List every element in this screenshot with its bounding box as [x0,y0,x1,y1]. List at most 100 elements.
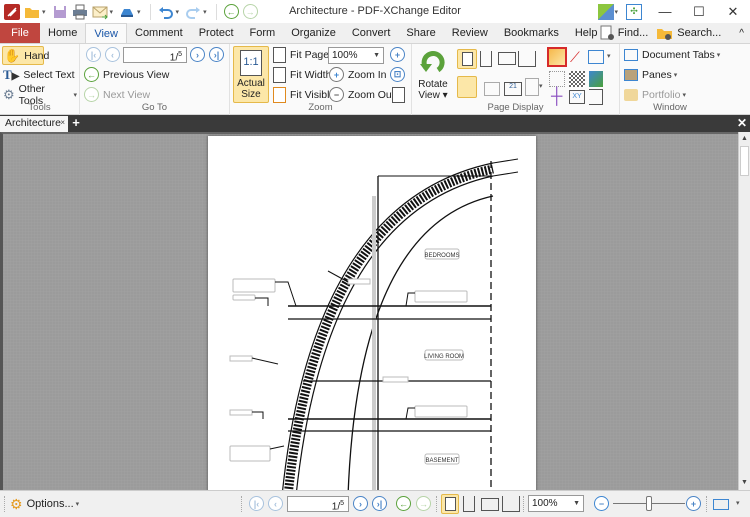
close-document-button[interactable]: ✕ [737,115,747,131]
status-last-page-icon[interactable]: ›| [372,496,387,511]
close-tab-icon[interactable]: × [60,115,65,130]
tab-convert[interactable]: Convert [344,23,399,43]
select-text-button[interactable]: T▶ Select Text [3,65,75,84]
tab-form[interactable]: Form [242,23,284,43]
loupe-icon[interactable] [392,87,405,103]
scroll-up-icon[interactable]: ▲ [739,134,750,144]
status-next-view-icon[interactable]: → [416,496,431,511]
status-previous-view-icon[interactable]: ← [396,496,411,511]
toolbar-grip[interactable] [436,496,439,512]
print-icon[interactable] [72,4,88,20]
status-continuous-icon[interactable] [463,496,475,512]
grid-icon[interactable] [588,50,604,64]
status-facing-icon[interactable] [481,498,499,511]
customize-ui-icon[interactable] [598,3,615,20]
page-bg-color-button[interactable] [547,47,567,67]
toolbar-grip[interactable] [241,496,244,512]
undo-icon[interactable] [158,4,174,20]
next-page-icon[interactable]: › [190,47,205,62]
page-number-input[interactable]: 1/5 [123,47,187,63]
previous-view-button[interactable]: ← Previous View [84,65,169,84]
maximize-button[interactable]: ☐ [682,0,716,23]
toolbar-grip[interactable] [523,496,526,512]
hand-button[interactable]: ✋ Hand [2,46,49,65]
status-customize-dropdown-icon[interactable]: ▾ [736,499,740,507]
customize-dropdown-icon[interactable]: ▾ [614,8,618,16]
options-button[interactable]: ⚙ Options... ▾ [10,491,81,517]
facing-pages-icon[interactable] [498,52,516,65]
grid-dropdown-icon[interactable]: ▾ [607,52,611,60]
fit-page-button[interactable]: Fit Page [273,45,329,64]
document-viewer[interactable]: BEDROOMS LIVING ROOM BASEMENT [0,132,738,496]
forward-icon[interactable]: → [242,4,258,19]
new-tab-button[interactable]: + [70,115,82,131]
zoom-level-select[interactable]: 100% ▼ [328,47,384,64]
find-button[interactable]: Find... [599,25,648,41]
status-zoom-out-icon[interactable]: − [594,496,609,511]
status-facing-continuous-icon[interactable] [502,496,520,512]
zoom-in-tool-icon[interactable]: + [390,47,405,62]
status-zoom-in-icon[interactable]: + [686,496,701,511]
color-replace-icon[interactable] [589,71,603,87]
scan-icon[interactable] [119,4,135,20]
line-weights-icon[interactable]: ⟋ [570,49,580,66]
status-single-page-button[interactable] [441,494,459,514]
tab-review[interactable]: Review [444,23,496,43]
zoom-in-button[interactable]: + Zoom In [329,65,387,84]
transparency-grid-icon[interactable] [569,71,585,87]
document-tab-architecture[interactable]: Architecture × [0,116,68,132]
fullscreen-status-icon[interactable] [713,499,729,510]
previous-page-icon[interactable]: ‹ [105,47,120,62]
single-page-button[interactable] [457,49,477,69]
scan-dropdown-icon[interactable]: ▾ [137,8,141,16]
email-dropdown-icon[interactable]: ▾ [110,8,114,16]
status-next-page-icon[interactable]: › [353,496,368,511]
tab-protect[interactable]: Protect [191,23,242,43]
tab-organize[interactable]: Organize [283,23,344,43]
redo-dropdown-icon[interactable]: ▾ [203,8,207,16]
split-view-button[interactable] [457,76,477,98]
status-first-page-icon[interactable]: |‹ [249,496,264,511]
email-icon[interactable] [92,4,108,20]
status-previous-page-icon[interactable]: ‹ [268,496,283,511]
snap-grid-icon[interactable] [549,71,565,87]
last-page-icon[interactable]: ›| [209,47,224,62]
rtl-pages-icon[interactable] [525,78,539,96]
cover-page-icon[interactable]: 21 [504,82,522,96]
redo-icon[interactable] [185,4,201,20]
vertical-scrollbar[interactable]: ▲ ▼ [738,132,750,490]
back-icon[interactable]: ← [223,4,239,19]
tab-share[interactable]: Share [398,23,443,43]
open-folder-icon[interactable] [24,4,40,20]
tab-comment[interactable]: Comment [127,23,191,43]
rotate-view-button[interactable]: Rotate View ▾ [416,48,450,101]
open-dropdown-icon[interactable]: ▾ [42,8,46,16]
fullscreen-icon[interactable]: ✣ [626,3,642,20]
scroll-down-icon[interactable]: ▼ [739,478,750,488]
search-button[interactable]: Search... [656,25,721,41]
scrollbar-thumb[interactable] [740,146,749,176]
collapse-ribbon-icon[interactable]: ^ [739,28,744,39]
spread-icon[interactable] [484,82,500,96]
facing-continuous-icon[interactable] [518,51,536,67]
tab-bookmarks[interactable]: Bookmarks [496,23,567,43]
tab-home[interactable]: Home [40,23,85,43]
page-display-dropdown-icon[interactable]: ▾ [539,82,543,90]
actual-size-button[interactable]: 1:1 Actual Size [233,46,269,103]
continuous-page-icon[interactable] [480,51,492,67]
zoom-slider-thumb[interactable] [646,496,652,511]
panes-button[interactable]: Panes ▾ [624,65,679,84]
tab-file[interactable]: File [0,23,40,43]
status-page-input[interactable]: 1/5 [287,496,349,512]
undo-dropdown-icon[interactable]: ▾ [176,8,180,16]
tab-view[interactable]: View [85,23,127,43]
save-icon[interactable] [52,4,68,20]
dynamic-zoom-icon[interactable]: ⊡ [390,67,405,82]
toolbar-grip[interactable] [706,496,709,512]
close-button[interactable]: ✕ [716,0,750,23]
status-zoom-select[interactable]: 100% ▼ [528,495,584,512]
first-page-icon[interactable]: |‹ [86,47,101,62]
fit-width-button[interactable]: Fit Width [273,65,331,84]
document-tabs-button[interactable]: Document Tabs ▾ [624,45,722,64]
minimize-button[interactable]: — [648,0,682,23]
